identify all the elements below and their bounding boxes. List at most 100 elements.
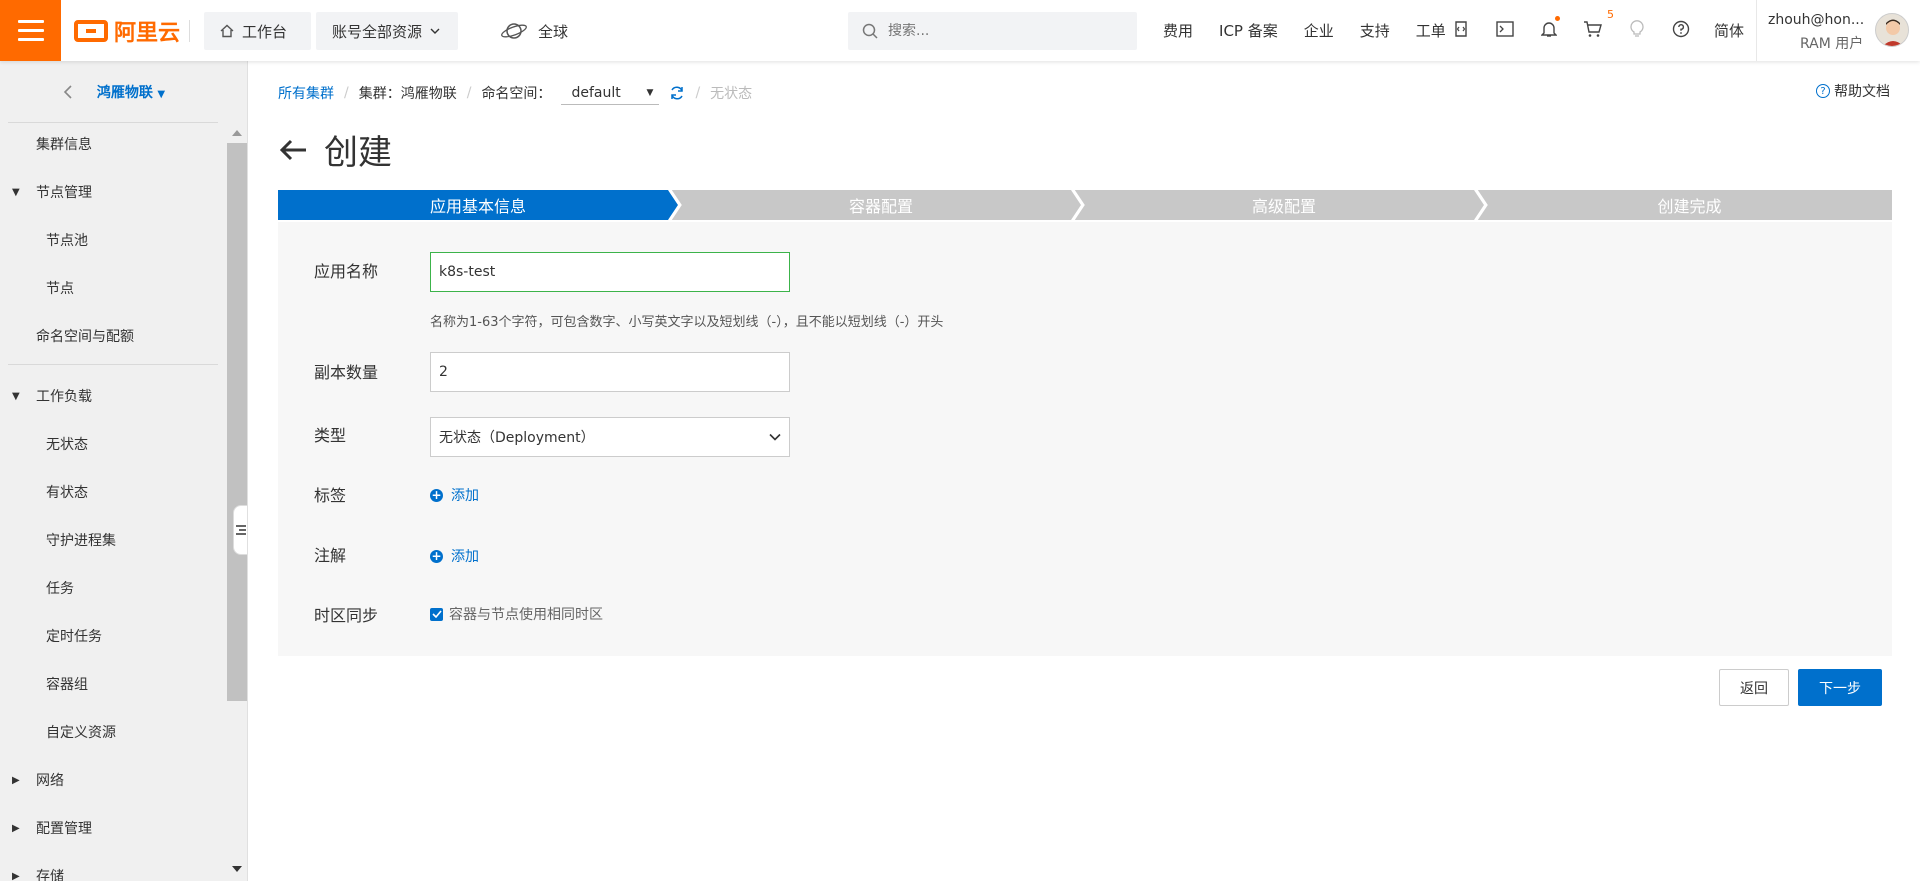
sidebar-item-label: 网络 xyxy=(36,773,64,789)
page-title-text: 创建 xyxy=(324,133,392,173)
sidebar-item-label: 配置管理 xyxy=(36,821,92,837)
breadcrumb-separator: / xyxy=(695,85,701,101)
user-role: RAM 用户 xyxy=(1800,36,1864,52)
sidebar-item-label: 节点 xyxy=(46,281,74,297)
divider xyxy=(8,364,218,365)
caret-down-icon: ▼ xyxy=(12,390,20,402)
sidebar-item-statefulsets[interactable]: 有状态 xyxy=(0,477,226,507)
sidebar-item-daemonsets[interactable]: 守护进程集 xyxy=(0,525,226,555)
checkbox-checked-icon[interactable] xyxy=(430,607,443,621)
sidebar-item-label: 节点管理 xyxy=(36,185,92,201)
code-icon[interactable] xyxy=(1450,18,1472,40)
sidebar-item-storage[interactable]: ▶ 存储 xyxy=(0,861,226,881)
avatar[interactable] xyxy=(1875,13,1909,47)
workbench-label: 工作台 xyxy=(242,22,288,41)
bell-icon[interactable] xyxy=(1538,16,1560,40)
add-annotation-link[interactable]: + 添加 xyxy=(430,546,479,566)
step-container-config: 容器配置 xyxy=(848,197,913,216)
lightbulb-icon[interactable] xyxy=(1626,18,1648,40)
sidebar-item-cluster-info[interactable]: 集群信息 xyxy=(0,129,226,159)
breadcrumb: 所有集群 / 集群：鸿雁物联 / 命名空间： default ▼ / 无状态 xyxy=(278,81,752,105)
resources-dropdown[interactable]: 账号全部资源 xyxy=(316,12,458,50)
help-docs-link[interactable]: ? 帮助文档 xyxy=(1816,81,1890,101)
region-selector[interactable]: 全球 xyxy=(500,20,568,42)
sidebar-item-nodes[interactable]: 节点 xyxy=(0,273,226,303)
cart-icon[interactable]: 5 xyxy=(1582,8,1614,40)
breadcrumb-cluster: 集群：鸿雁物联 xyxy=(358,86,457,102)
add-label-link[interactable]: + 添加 xyxy=(430,485,479,505)
page-title: 创建 xyxy=(278,125,392,174)
sidebar-item-cronjobs[interactable]: 定时任务 xyxy=(0,621,226,651)
link-billing[interactable]: 费用 xyxy=(1163,20,1193,41)
workbench-button[interactable]: 工作台 xyxy=(204,12,311,50)
link-ticket[interactable]: 工单 xyxy=(1416,20,1446,41)
sidebar-item-custom-resources[interactable]: 自定义资源 xyxy=(0,717,226,747)
step-advanced-config: 高级配置 xyxy=(1251,197,1316,216)
next-button[interactable]: 下一步 xyxy=(1798,669,1882,706)
sidebar-item-jobs[interactable]: 任务 xyxy=(0,573,226,603)
caret-down-icon: ▼ xyxy=(157,88,166,100)
breadcrumb-all-clusters[interactable]: 所有集群 xyxy=(278,83,334,103)
namespace-select[interactable]: default ▼ xyxy=(561,81,660,105)
app-name-hint: 名称为1-63个字符，可包含数字、小写英文字以及短划线（-），且不能以短划线（-… xyxy=(430,315,944,330)
chevron-down-icon xyxy=(430,28,440,34)
sidebar-item-node-management[interactable]: ▼ 节点管理 xyxy=(0,177,226,207)
list-collapse-icon xyxy=(236,525,246,535)
search-box[interactable] xyxy=(848,12,1137,50)
refresh-icon[interactable] xyxy=(669,85,685,101)
scrollbar-thumb[interactable] xyxy=(227,143,247,701)
sidebar-item-namespaces[interactable]: 命名空间与配额 xyxy=(0,321,226,351)
divider xyxy=(189,20,190,42)
plus-circle-icon: + xyxy=(430,488,443,502)
link-support[interactable]: 支持 xyxy=(1360,20,1390,41)
terminal-icon[interactable] xyxy=(1494,18,1516,40)
help-docs-label: 帮助文档 xyxy=(1834,84,1890,100)
divider xyxy=(8,122,218,123)
top-icons: 5 xyxy=(1450,8,1692,40)
plus-circle-icon: + xyxy=(430,549,443,563)
step-progress: 应用基本信息 容器配置 高级配置 创建完成 xyxy=(278,190,1892,220)
sidebar-item-node-pool[interactable]: 节点池 xyxy=(0,225,226,255)
link-enterprise[interactable]: 企业 xyxy=(1304,20,1334,41)
hamburger-menu-button[interactable] xyxy=(0,0,61,61)
help-circle-icon[interactable] xyxy=(1670,18,1692,40)
chevron-left-icon[interactable] xyxy=(63,84,73,100)
resources-label: 账号全部资源 xyxy=(332,22,423,41)
sidebar-item-pods[interactable]: 容器组 xyxy=(0,669,226,699)
replicas-input[interactable]: 2 xyxy=(430,352,790,392)
link-icp[interactable]: ICP 备案 xyxy=(1219,20,1278,41)
back-button[interactable]: 返回 xyxy=(1719,669,1789,706)
cluster-switcher[interactable]: 鸿雁物联 ▼ xyxy=(0,61,228,122)
replicas-label: 副本数量 xyxy=(314,363,379,382)
sidebar-item-network[interactable]: ▶ 网络 xyxy=(0,765,226,795)
namespace-value: default xyxy=(571,84,621,101)
type-select[interactable]: 无状态（Deployment） xyxy=(430,417,790,457)
sidebar-item-label: 任务 xyxy=(46,581,74,597)
add-label-text: 添加 xyxy=(451,488,479,504)
sidebar-item-label: 命名空间与配额 xyxy=(36,329,134,345)
scroll-up-icon[interactable] xyxy=(232,129,242,137)
breadcrumb-namespace-label: 命名空间： xyxy=(481,86,552,102)
app-name-input[interactable]: k8s-test xyxy=(430,252,790,292)
user-name[interactable]: zhouh@hon... xyxy=(1768,12,1868,28)
top-navbar: 阿里云 工作台 账号全部资源 全球 费用 ICP 备案 企业 支持 工单 5 简… xyxy=(0,0,1920,61)
sidebar-collapse-handle[interactable] xyxy=(233,505,247,555)
back-arrow-icon[interactable] xyxy=(278,138,308,162)
cart-count: 5 xyxy=(1607,8,1614,21)
type-label: 类型 xyxy=(314,426,347,445)
search-input[interactable] xyxy=(888,23,1118,39)
aliyun-logo-icon xyxy=(74,20,108,42)
step-complete: 创建完成 xyxy=(1657,197,1722,216)
cluster-name: 鸿雁物联 xyxy=(96,84,153,101)
home-icon xyxy=(220,24,234,38)
aliyun-logo[interactable]: 阿里云 xyxy=(74,17,180,46)
sidebar-item-workloads[interactable]: ▼ 工作负载 xyxy=(0,381,226,411)
scroll-down-icon[interactable] xyxy=(232,865,242,873)
sidebar-item-config[interactable]: ▶ 配置管理 xyxy=(0,813,226,843)
sidebar-item-label: 守护进程集 xyxy=(46,533,116,549)
timezone-sync-checkbox[interactable]: 容器与节点使用相同时区 xyxy=(430,604,603,624)
sidebar-item-deployments[interactable]: 无状态 xyxy=(0,429,226,459)
sidebar-item-label: 定时任务 xyxy=(46,629,102,645)
language-switch[interactable]: 简体 xyxy=(1714,20,1744,41)
type-value: 无状态（Deployment） xyxy=(439,430,595,446)
